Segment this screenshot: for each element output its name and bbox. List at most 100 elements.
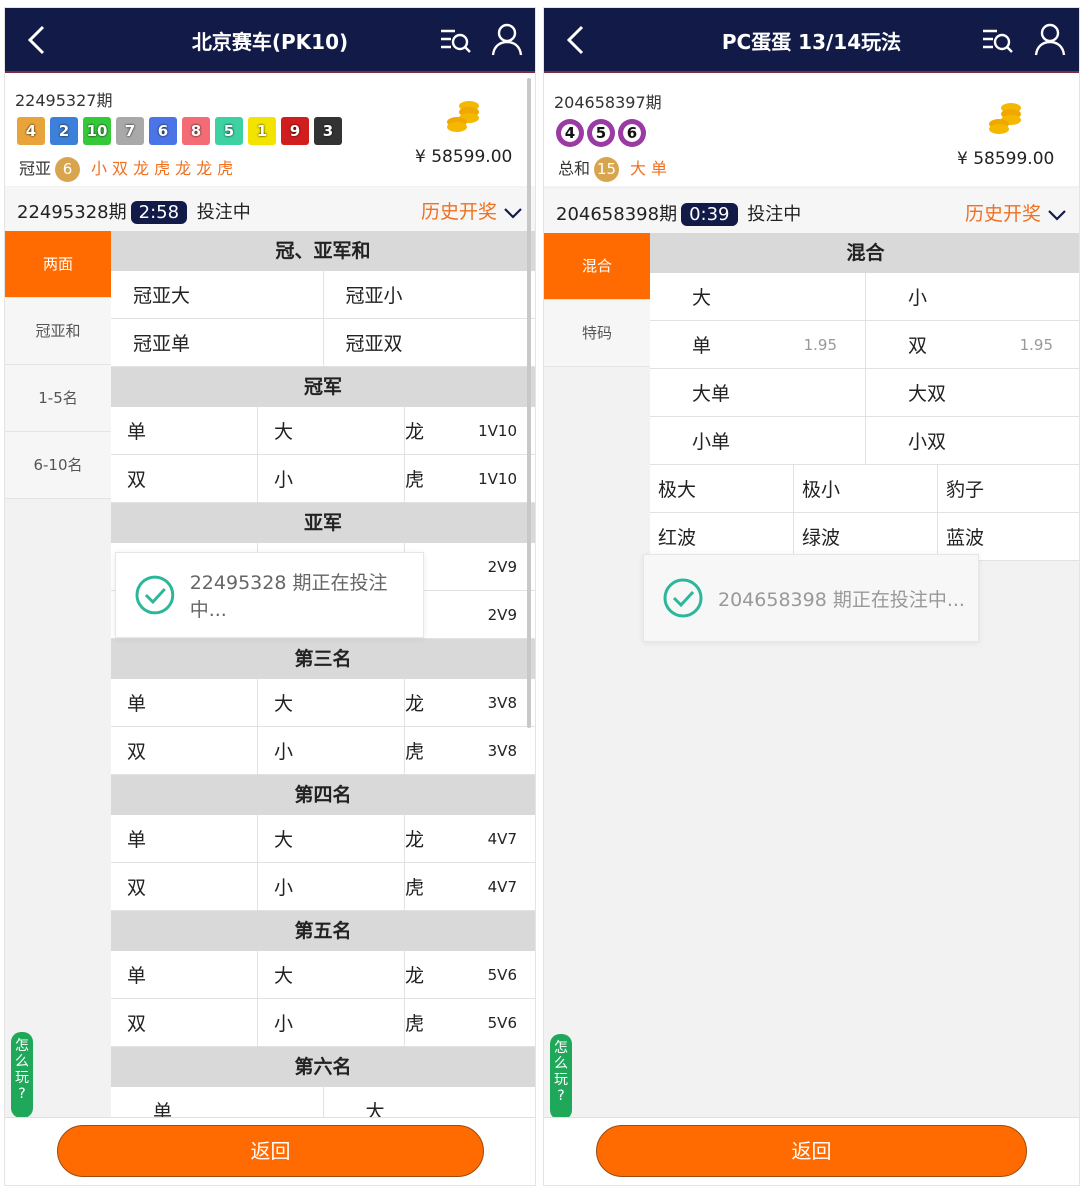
- category-tabs: 两面 冠亚和 1-5名 6-10名: [5, 231, 111, 499]
- check-circle-icon: [663, 578, 703, 618]
- result-ball: 7: [116, 117, 144, 145]
- tab-2[interactable]: 冠亚和: [5, 298, 111, 365]
- bet-option[interactable]: 大: [324, 1087, 536, 1121]
- list-search-icon[interactable]: [439, 26, 471, 54]
- bet-option[interactable]: 双: [111, 863, 258, 910]
- bet-option[interactable]: 单: [111, 815, 258, 862]
- result-ball: 9: [281, 117, 309, 145]
- tab-1[interactable]: 混合: [544, 233, 650, 300]
- option-label: 小单: [692, 431, 731, 453]
- back-button[interactable]: 返回: [57, 1125, 484, 1177]
- bet-option[interactable]: 双: [111, 727, 258, 774]
- bet-option[interactable]: 大: [258, 679, 405, 726]
- list-search-icon[interactable]: [981, 26, 1013, 54]
- bet-option[interactable]: 双: [111, 999, 258, 1046]
- result-summary: 总和 15 大单: [558, 155, 667, 182]
- bet-option[interactable]: 小: [258, 455, 405, 502]
- result-balls: 456: [556, 119, 649, 149]
- bet-option[interactable]: 小: [258, 863, 405, 910]
- bet-option[interactable]: 冠亚小: [324, 271, 536, 318]
- current-issue-bar: 204658398期 0:39 投注中 历史开奖: [544, 189, 1079, 233]
- bet-option[interactable]: 龙 4V7: [405, 815, 535, 862]
- bet-option[interactable]: 小单: [650, 417, 866, 464]
- tab-4[interactable]: 6-10名: [5, 432, 111, 499]
- bet-row: 双小虎 3V8: [111, 727, 535, 775]
- coins-icon: [447, 101, 479, 132]
- section-title: 第六名: [111, 1047, 535, 1087]
- bet-option[interactable]: 绿波: [794, 513, 938, 560]
- scrollbar[interactable]: [527, 78, 531, 728]
- how-to-play-button[interactable]: 怎么玩?: [550, 1034, 572, 1120]
- bet-option[interactable]: 虎 4V7: [405, 863, 535, 910]
- matchup-label: 4V7: [487, 829, 517, 848]
- pcdd-panel: PC蛋蛋 13/14玩法 204658397期 456 总和 15 大单 ¥ 585…: [543, 7, 1080, 1186]
- bet-option[interactable]: 龙 3V8: [405, 679, 535, 726]
- tab-3[interactable]: 1-5名: [5, 365, 111, 432]
- result-label: 冠亚: [19, 159, 52, 178]
- history-draws-link[interactable]: 历史开奖: [421, 197, 523, 224]
- bet-option[interactable]: 双 1.95: [866, 321, 1079, 368]
- bet-option[interactable]: 双: [111, 455, 258, 502]
- bet-option[interactable]: 冠亚大: [111, 271, 324, 318]
- bet-option[interactable]: 大: [258, 815, 405, 862]
- bet-option[interactable]: 极大: [650, 465, 794, 512]
- result-tag: 龙: [175, 159, 192, 178]
- bet-option[interactable]: 虎 5V6: [405, 999, 535, 1046]
- result-ball: 6: [149, 117, 177, 145]
- result-ball: 5: [587, 119, 615, 147]
- bet-row: 单大: [111, 1087, 535, 1121]
- how-to-play-button[interactable]: 怎么玩?: [11, 1032, 33, 1118]
- tab-2[interactable]: 特码: [544, 300, 650, 367]
- bet-option[interactable]: 豹子: [938, 465, 1079, 512]
- bet-option[interactable]: 冠亚单: [111, 319, 324, 366]
- balance: ¥ 58599.00: [415, 147, 513, 167]
- result-ball: 1: [248, 117, 276, 145]
- bet-option[interactable]: 龙2V9: [405, 543, 535, 590]
- bet-option[interactable]: 单: [111, 679, 258, 726]
- bet-option[interactable]: 冠亚双: [324, 319, 536, 366]
- bet-option[interactable]: 小: [258, 727, 405, 774]
- matchup-label: 4V7: [487, 877, 517, 896]
- bet-option[interactable]: 单: [111, 407, 258, 454]
- section-title: 第四名: [111, 775, 535, 815]
- option-label: 单: [692, 335, 712, 357]
- result-sum: 15: [594, 157, 620, 182]
- user-icon[interactable]: [1033, 22, 1067, 56]
- help-char: ?: [557, 1088, 565, 1104]
- bet-option[interactable]: 小双: [866, 417, 1079, 464]
- history-draws-link[interactable]: 历史开奖: [965, 199, 1067, 226]
- bet-option[interactable]: 极小: [794, 465, 938, 512]
- bet-option[interactable]: 大: [258, 951, 405, 998]
- bet-option[interactable]: 单: [111, 1087, 324, 1121]
- bet-option[interactable]: 小: [866, 273, 1079, 320]
- matchup-label: 3V8: [487, 693, 517, 712]
- bet-option[interactable]: 单: [111, 951, 258, 998]
- bet-option[interactable]: 虎2V9: [405, 591, 535, 638]
- bottom-bar: 返回: [544, 1117, 1079, 1185]
- bet-option[interactable]: 大双: [866, 369, 1079, 416]
- bet-option[interactable]: 龙 1V10: [405, 407, 535, 454]
- back-button[interactable]: 返回: [596, 1125, 1027, 1177]
- result-ball: 3: [314, 117, 342, 145]
- bet-option[interactable]: 大: [258, 407, 405, 454]
- result-ball: 8: [182, 117, 210, 145]
- user-icon[interactable]: [490, 22, 524, 56]
- bet-option[interactable]: 小: [258, 999, 405, 1046]
- help-char: ?: [18, 1086, 26, 1102]
- result-label: 总和: [558, 159, 591, 178]
- help-char: 么: [15, 1054, 29, 1070]
- result-summary: 冠亚 6 小双龙虎龙龙虎: [19, 155, 233, 182]
- bet-option[interactable]: 大: [650, 273, 866, 320]
- tab-1[interactable]: 两面: [5, 231, 111, 298]
- bet-option[interactable]: 大单: [650, 369, 866, 416]
- last-issue: 22495327期: [15, 91, 113, 110]
- bet-option[interactable]: 单 1.95: [650, 321, 866, 368]
- bet-option[interactable]: 蓝波: [938, 513, 1079, 560]
- bet-option[interactable]: 龙 5V6: [405, 951, 535, 998]
- bet-option[interactable]: 红波: [650, 513, 794, 560]
- bet-row: 极大 极小 豹子: [650, 465, 1079, 513]
- section-title: 冠、亚军和: [111, 231, 535, 271]
- bet-option[interactable]: 虎 1V10: [405, 455, 535, 502]
- chevron-down-icon: [504, 207, 522, 219]
- bet-option[interactable]: 虎 3V8: [405, 727, 535, 774]
